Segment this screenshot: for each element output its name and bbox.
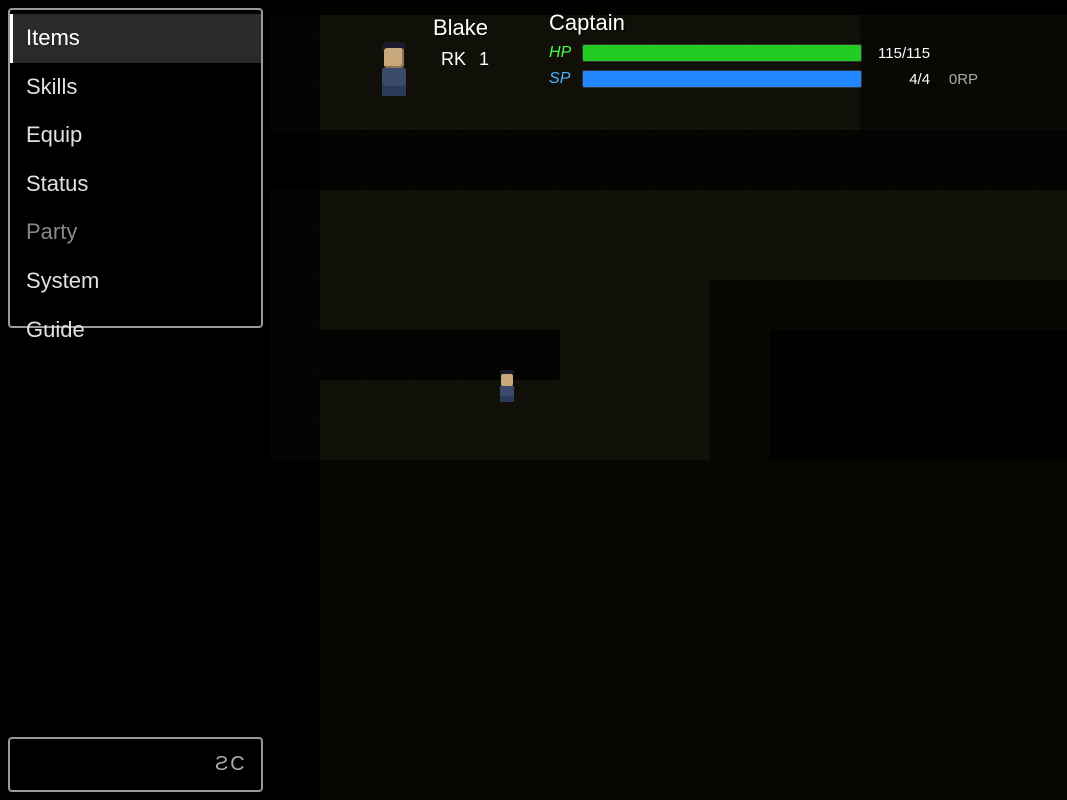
sp-bar-row: SP 4/4 0RP — [549, 70, 978, 88]
character-stats: Blake RK 1 — [433, 15, 489, 70]
character-sprite — [370, 40, 418, 100]
hp-bar-row: HP 115/115 — [549, 44, 978, 62]
hud-overlay: Blake RK 1 Captain HP 115/115 SP — [370, 10, 1057, 100]
hp-label: HP — [549, 44, 574, 62]
menu-item-skills[interactable]: Skills — [10, 63, 261, 112]
character-section: Blake RK 1 — [370, 10, 489, 100]
sp-bar-fill — [583, 71, 861, 87]
hp-value: 115/115 — [870, 45, 930, 62]
sp-bar-track — [582, 70, 862, 88]
sp-value: 4/4 — [870, 71, 930, 88]
hp-bar-track — [582, 44, 862, 62]
class-name: Captain — [549, 10, 978, 36]
rk-label: RK — [441, 49, 466, 69]
dungeon-character — [500, 370, 514, 402]
bottom-bar: ƆS — [8, 737, 263, 792]
menu-item-equip[interactable]: Equip — [10, 111, 261, 160]
menu-item-status[interactable]: Status — [10, 160, 261, 209]
character-rank: RK 1 — [433, 49, 489, 70]
character-bars-section: Captain HP 115/115 SP 4/4 0RP — [549, 10, 978, 96]
sp-label: SP — [549, 70, 574, 88]
rk-value: 1 — [479, 49, 489, 69]
bottom-text: ƆS — [213, 753, 245, 776]
game-area: Blake RK 1 Captain HP 115/115 SP — [270, 0, 1067, 800]
extra-label: 0RP — [938, 71, 978, 88]
menu-panel: ItemsSkillsEquipStatusPartySystemGuide — [8, 8, 263, 328]
character-name: Blake — [433, 15, 489, 41]
menu-item-guide[interactable]: Guide — [10, 306, 261, 355]
hp-bar-fill — [583, 45, 861, 61]
menu-item-party: Party — [10, 208, 261, 257]
menu-item-system[interactable]: System — [10, 257, 261, 306]
menu-item-items[interactable]: Items — [10, 14, 261, 63]
